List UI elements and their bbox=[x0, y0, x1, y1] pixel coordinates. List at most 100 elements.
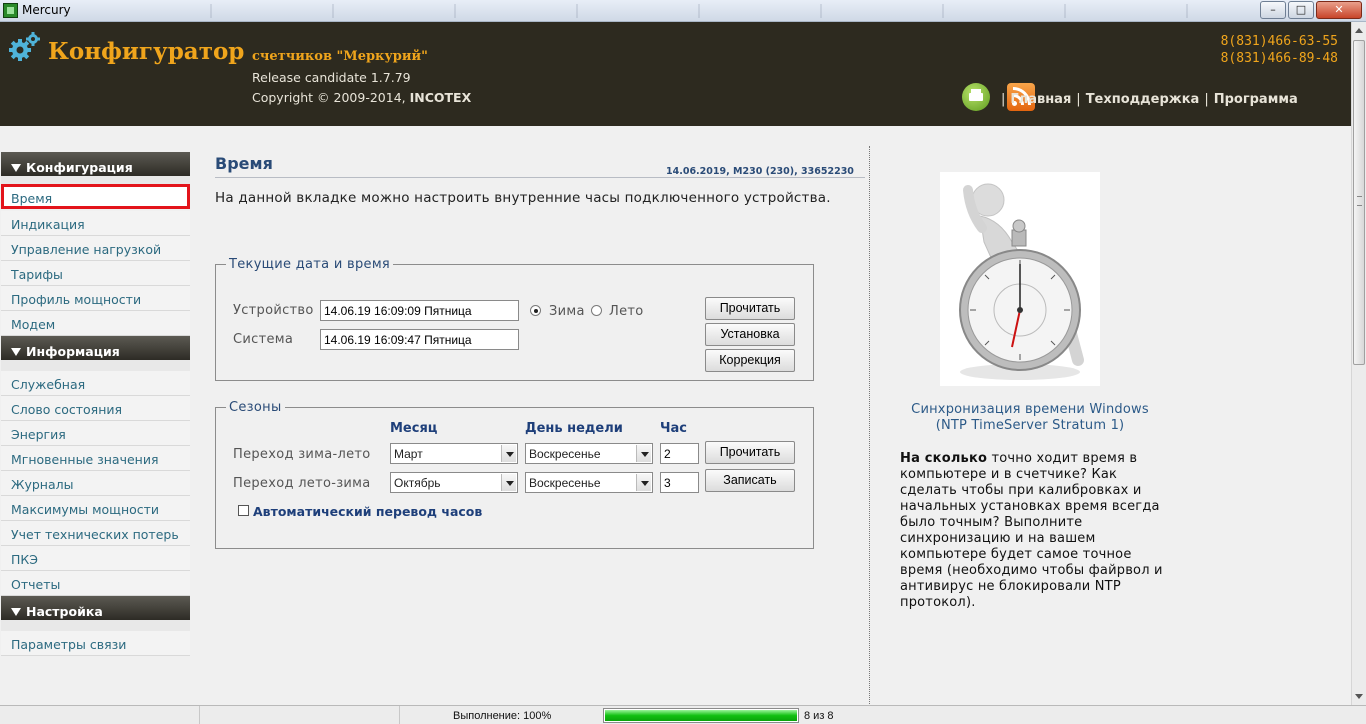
brand-title: Конфигуратор bbox=[48, 38, 245, 65]
status-progress-label: Выполнение: 100% bbox=[453, 710, 552, 722]
close-button[interactable]: ✕ bbox=[1316, 1, 1362, 19]
sidebar-item-status-word[interactable]: Слово состояния bbox=[1, 396, 190, 421]
month-select-summer-winter[interactable]: Октябрь bbox=[390, 472, 518, 493]
device-meta: 14.06.2019, M230 (230), 33652230 bbox=[666, 166, 854, 177]
sidebar-item-power-quality[interactable]: ПКЭ bbox=[1, 546, 190, 571]
app-header: Конфигуратор счетчиков "Меркурий" Releas… bbox=[0, 22, 1351, 126]
gears-icon bbox=[9, 32, 40, 61]
progress-fill bbox=[605, 710, 797, 721]
copyright-company: INCOTEX bbox=[409, 90, 472, 105]
chevron-down-icon[interactable] bbox=[501, 474, 516, 491]
set-time-button[interactable]: Установка bbox=[705, 323, 795, 346]
sidebar-item-reports[interactable]: Отчеты bbox=[1, 571, 190, 596]
ntp-description-body: точно ходит время в компьютере и в счетч… bbox=[900, 451, 1163, 610]
status-count: 8 из 8 bbox=[804, 710, 834, 722]
minimize-button[interactable]: – bbox=[1260, 1, 1286, 19]
month-select-winter-summer[interactable]: Март bbox=[390, 443, 518, 464]
select-value: Октябрь bbox=[394, 476, 441, 490]
sidebar-item-service[interactable]: Служебная bbox=[1, 371, 190, 396]
nav-support-link[interactable]: Техподдержка bbox=[1086, 92, 1200, 107]
read-seasons-button[interactable]: Прочитать bbox=[705, 441, 795, 464]
copyright-text: Copyright © 2009-2014, bbox=[252, 90, 410, 105]
nav-separator: | bbox=[1001, 92, 1006, 107]
device-time-field[interactable]: 14.06.19 16:09:09 Пятница bbox=[320, 300, 519, 321]
progress-bar bbox=[603, 708, 799, 723]
auto-dst-checkbox[interactable] bbox=[238, 505, 249, 516]
sidebar-item-indication[interactable]: Индикация bbox=[1, 211, 190, 236]
scroll-up-icon[interactable] bbox=[1355, 28, 1363, 33]
sidebar-item-logs[interactable]: Журналы bbox=[1, 471, 190, 496]
group-legend: Сезоны bbox=[229, 400, 282, 415]
phone-1: 8(831)466-63-55 bbox=[1220, 34, 1338, 49]
chevron-down-icon[interactable] bbox=[501, 445, 516, 462]
brand-subtitle: счетчиков "Меркурий" bbox=[252, 49, 428, 64]
printer-icon[interactable] bbox=[962, 83, 990, 111]
nav-program-link[interactable]: Программа bbox=[1214, 92, 1298, 107]
ntp-sync-link[interactable]: Синхронизация времени Windows (NTP TimeS… bbox=[880, 402, 1180, 434]
status-bar: Выполнение: 100% 8 из 8 bbox=[0, 705, 1366, 724]
hour-column-header: Час bbox=[660, 421, 687, 436]
title-divider bbox=[215, 177, 865, 178]
maximize-button[interactable]: □ bbox=[1288, 1, 1314, 19]
winter-summer-label: Переход зима-лето bbox=[233, 447, 371, 462]
nav-home-link[interactable]: Главная bbox=[1010, 92, 1071, 107]
read-time-button[interactable]: Прочитать bbox=[705, 297, 795, 320]
system-time-label: Система bbox=[233, 332, 294, 347]
system-time-field[interactable]: 14.06.19 16:09:47 Пятница bbox=[320, 329, 519, 350]
sidebar-section-information[interactable]: Информация bbox=[1, 336, 190, 360]
auto-dst-label[interactable]: Автоматический перевод часов bbox=[253, 504, 482, 519]
content-divider bbox=[869, 146, 870, 706]
window-title: Mercury bbox=[22, 3, 71, 17]
write-seasons-button[interactable]: Записать bbox=[705, 469, 795, 492]
summer-radio[interactable] bbox=[591, 305, 602, 316]
stopwatch-illustration bbox=[940, 172, 1100, 386]
weekday-select-summer-winter[interactable]: Воскресенье bbox=[525, 472, 653, 493]
collapse-triangle-icon bbox=[11, 164, 21, 172]
scrollbar-thumb[interactable] bbox=[1353, 40, 1365, 365]
chevron-down-icon[interactable] bbox=[636, 445, 651, 462]
correct-time-button[interactable]: Коррекция bbox=[705, 349, 795, 372]
sidebar-item-load-control[interactable]: Управление нагрузкой bbox=[1, 236, 190, 261]
device-time-label: Устройство bbox=[233, 303, 314, 318]
sidebar-item-time[interactable]: Время bbox=[1, 184, 190, 209]
hour-field-winter-summer[interactable]: 2 bbox=[660, 443, 699, 464]
winter-radio[interactable] bbox=[530, 305, 541, 316]
group-legend: Текущие дата и время bbox=[229, 257, 391, 272]
sidebar-spacer bbox=[1, 176, 190, 184]
sidebar-section-title: Конфигурация bbox=[26, 160, 133, 175]
nav-separator: | bbox=[1204, 92, 1209, 107]
sidebar-spacer bbox=[1, 360, 190, 371]
hour-field-summer-winter[interactable]: 3 bbox=[660, 472, 699, 493]
sidebar-item-connection-params[interactable]: Параметры связи bbox=[1, 631, 190, 656]
status-cell bbox=[200, 706, 400, 724]
sidebar-section-settings[interactable]: Настройка bbox=[1, 596, 190, 620]
sidebar-section-title: Информация bbox=[26, 344, 120, 359]
window-titlebar[interactable]: Mercury – □ ✕ bbox=[0, 0, 1366, 22]
ntp-link-line1: Синхронизация времени Windows bbox=[911, 402, 1149, 417]
page-description: На данной вкладке можно настроить внутре… bbox=[215, 190, 831, 206]
vertical-scrollbar[interactable] bbox=[1351, 22, 1366, 705]
month-column-header: Месяц bbox=[390, 421, 438, 436]
sidebar-item-power-maximums[interactable]: Максимумы мощности bbox=[1, 496, 190, 521]
copyright: Copyright © 2009-2014, INCOTEX bbox=[252, 90, 471, 105]
scroll-down-icon[interactable] bbox=[1355, 694, 1363, 699]
sidebar-item-energy[interactable]: Энергия bbox=[1, 421, 190, 446]
sidebar-section-configuration[interactable]: Конфигурация bbox=[1, 152, 190, 176]
page-title: Время bbox=[215, 154, 273, 173]
weekday-column-header: День недели bbox=[525, 421, 623, 436]
ntp-description: На сколько точно ходит время в компьютер… bbox=[900, 451, 1175, 611]
sidebar-item-power-profile[interactable]: Профиль мощности bbox=[1, 286, 190, 311]
summer-winter-label: Переход лето-зима bbox=[233, 476, 371, 491]
app-icon bbox=[3, 3, 18, 18]
ntp-description-lead: На сколько bbox=[900, 451, 988, 466]
ntp-link-line2: (NTP TimeServer Stratum 1) bbox=[935, 418, 1125, 433]
sidebar-item-instant-values[interactable]: Мгновенные значения bbox=[1, 446, 190, 471]
status-cell bbox=[0, 706, 200, 724]
collapse-triangle-icon bbox=[11, 348, 21, 356]
weekday-select-winter-summer[interactable]: Воскресенье bbox=[525, 443, 653, 464]
sidebar-item-tariffs[interactable]: Тарифы bbox=[1, 261, 190, 286]
sidebar-spacer bbox=[1, 620, 190, 631]
sidebar-item-technical-losses[interactable]: Учет технических потерь bbox=[1, 521, 190, 546]
chevron-down-icon[interactable] bbox=[636, 474, 651, 491]
sidebar-item-modem[interactable]: Модем bbox=[1, 311, 190, 336]
